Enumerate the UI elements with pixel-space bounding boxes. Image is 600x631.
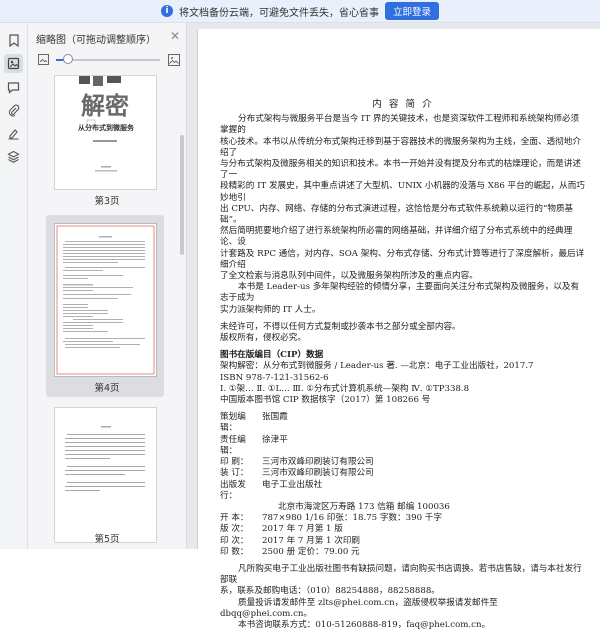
- layers-icon[interactable]: [4, 147, 23, 166]
- intro-line: 计套路及 RPC 通信，对内存、SOA 架构、分布式存储、分布式计算等进行了深度…: [220, 248, 585, 270]
- thumbnail-label-page-4: 第4页: [94, 383, 120, 394]
- publication-row: 装 订： 三河市双峰印刷装订有限公司: [220, 468, 586, 479]
- publication-row-value: 北京市海淀区万寿路 173 信箱 邮编 100036: [278, 501, 450, 512]
- thumbnail-page-3[interactable]: 解密 从分布式到微服务: [54, 75, 157, 190]
- intro-line: 核心技术。本书以从传统分布式架构迁移到基于容器技术的微服务架构为主线，全面、透彻…: [220, 136, 581, 158]
- page-3-preview: 解密 从分布式到微服务: [78, 76, 135, 172]
- intro-line: 与分布式架构及微服务相关的知识和技术。本书一开始并没有提及分布式的枯燥理论，而是…: [220, 159, 581, 181]
- intro-line: 分布式架构与微服务平台是当今 IT 界的关键技术，也是资深软件工程师和系统架构师…: [220, 114, 580, 136]
- publication-row: 印 数： 2500 册 定价：79.00 元: [220, 547, 586, 558]
- publication-row-key: 印 刷：: [220, 457, 249, 468]
- publication-row-key: 开 本：: [220, 513, 249, 524]
- publication-row: 印 刷： 三河市双峰印刷装订有限公司: [220, 457, 586, 468]
- notice-section: 凡所购买电子工业出版社图书有缺损问题，请向购买书店调换。若书店售缺，请与本社发行…: [220, 564, 586, 631]
- copyright-line: 版权所有，侵权必究。: [220, 333, 306, 344]
- publication-row-key: 印 次：: [220, 535, 249, 546]
- publication-row-key: 出版发行：: [220, 479, 246, 501]
- publication-row-key: 策划编辑：: [220, 412, 246, 434]
- publication-row: 策划编辑： 张国霞: [220, 412, 586, 434]
- audience-line: 本书是 Leader-us 多年架构经验的倾情分享，主要面向关注分布式架构及微服…: [220, 282, 580, 304]
- thumbnail-list: 解密 从分布式到微服务 第3页 第4页 第5页: [28, 75, 186, 549]
- page-4-preview: [56, 225, 155, 375]
- intro-line: 然后简明扼要地介绍了进行系统架构所必需的网络基础，并详细介绍了分布式系统中的经典…: [220, 226, 573, 248]
- audience-section: 本书是 Leader-us 多年架构经验的倾情分享，主要面向关注分布式架构及微服…: [220, 282, 586, 316]
- notice-line: 质量投诉请发邮件至 zlts@phei.com.cn，盗版侵权举报请发邮件至 d…: [220, 597, 498, 619]
- small-thumbnail-icon[interactable]: [38, 54, 49, 65]
- publication-row-value: 2017 年 7 月第 1 次印刷: [262, 535, 361, 546]
- intro-section: 分布式架构与微服务平台是当今 IT 界的关键技术，也是资深软件工程师和系统架构师…: [220, 114, 586, 282]
- notice-line: 凡所购买电子工业出版社图书有缺损问题，请向购买书店调换。若书店售缺，请与本社发行…: [220, 563, 582, 586]
- comment-icon[interactable]: [4, 78, 23, 97]
- cip-line: 架构解密：从分布式到微服务 / Leader-us 著. —北京：电子工业出版社…: [220, 361, 534, 372]
- publication-row-key: [220, 502, 262, 513]
- zoom-control: [36, 53, 181, 67]
- publication-row: 北京市海淀区万寿路 173 信箱 邮编 100036: [220, 502, 586, 513]
- signature-icon[interactable]: [4, 124, 23, 143]
- large-thumbnail-icon[interactable]: [168, 54, 180, 66]
- zoom-slider-knob[interactable]: [63, 54, 74, 64]
- panel-title: 缩略图（可拖动调整顺序）: [36, 35, 156, 46]
- page-5-preview: [65, 426, 145, 491]
- publication-row-value: 2500 册 定价：79.00 元: [262, 546, 360, 557]
- cip-heading: 图书在版编目（CIP）数据: [220, 350, 324, 361]
- thumbnail-label-page-5: 第5页: [94, 534, 120, 545]
- cip-line: 中国版本图书馆 CIP 数据核字（2017）第 108266 号: [220, 395, 431, 406]
- document-content: 内 容 简 介 分布式架构与微服务平台是当今 IT 界的关键技术，也是资深软件工…: [220, 99, 586, 631]
- thumbnail-page-4[interactable]: [54, 223, 157, 377]
- publication-row-key: 印 数：: [220, 546, 249, 557]
- intro-line: 了全文检索与消息队列中间件，以及微服务架构所涉及的重点内容。: [220, 271, 478, 282]
- thumbnail-scrollbar[interactable]: [180, 135, 184, 255]
- publication-row-value: 徐津平: [262, 434, 288, 445]
- publication-row-value: 三河市双峰印刷装订有限公司: [262, 457, 374, 468]
- thumbnail-page-5[interactable]: [54, 407, 157, 543]
- cip-line: Ⅰ. ①架… Ⅱ. ①L… Ⅲ. ①分布式计算机系统—架构 Ⅳ. ①TP338.…: [220, 383, 470, 394]
- cover-subtitle: 从分布式到微服务: [78, 123, 135, 132]
- thumbnail-icon[interactable]: [4, 54, 23, 73]
- notice-line: 系，联系及邮购电话：（010）88254888，88258888。: [220, 586, 440, 597]
- login-button[interactable]: 立即登录: [384, 2, 439, 20]
- notification-bar: i 将文档备份云端，可避免文件丢失，省心省事 立即登录: [0, 0, 600, 23]
- intro-line: 段精彩的 IT 发展史，其中重点讲述了大型机、UNIX 小机器的没落与 X86 …: [220, 181, 585, 203]
- publication-row: 印 次： 2017 年 7 月第 1 次印刷: [220, 536, 586, 547]
- publication-row-value: 787×980 1/16 印张：18.75 字数：390 千字: [262, 513, 442, 524]
- intro-line: 出 CPU、内存、网络、存储的分布式演进过程，这恰恰是分布式软件系统赖以运行的“…: [220, 203, 574, 226]
- thumbnail-panel: 缩略图（可拖动调整顺序） ✕ 解密 从分布式到微服务 第3页 第4页 第5页: [28, 23, 187, 549]
- publication-row: 出版发行： 电子工业出版社: [220, 480, 586, 502]
- copyright-line: 未经许可，不得以任何方式复制或抄袭本书之部分或全部内容。: [220, 321, 461, 332]
- cip-line: ISBN 978-7-121-31562-6: [220, 372, 329, 383]
- publication-row: 责任编辑： 徐津平: [220, 435, 586, 457]
- cip-section: 架构解密：从分布式到微服务 / Leader-us 著. —北京：电子工业出版社…: [220, 361, 586, 406]
- publication-row-key: 版 次：: [220, 524, 249, 535]
- info-icon: i: [160, 5, 173, 17]
- audience-line: 实力派架构师的 IT 人士。: [220, 304, 321, 315]
- backup-message: 将文档备份云端，可避免文件丢失，省心省事: [178, 7, 379, 19]
- publication-row-value: 2017 年 7 月第 1 版: [262, 524, 343, 535]
- bookmark-icon[interactable]: [4, 31, 23, 50]
- notice-line: 本书咨询联系方式：010-51260888-819，faq@phei.com.c…: [238, 619, 491, 630]
- copyright-section: 未经许可，不得以任何方式复制或抄袭本书之部分或全部内容。 版权所有，侵权必究。: [220, 322, 586, 344]
- attachment-icon[interactable]: [4, 101, 23, 120]
- document-viewer: 内 容 简 介 分布式架构与微服务平台是当今 IT 界的关键技术，也是资深软件工…: [187, 23, 600, 630]
- side-toolbar: [0, 23, 28, 549]
- publication-row-key: 装 订：: [220, 468, 249, 479]
- document-page: 内 容 简 介 分布式架构与微服务平台是当今 IT 界的关键技术，也是资深软件工…: [197, 29, 600, 630]
- publication-row-key: 责任编辑：: [220, 434, 246, 456]
- publication-row-value: 张国霞: [262, 412, 288, 423]
- publication-row: 版 次： 2017 年 7 月第 1 版: [220, 524, 586, 535]
- thumbnail-label-page-3: 第3页: [94, 196, 120, 207]
- publication-row: 开 本： 787×980 1/16 印张：18.75 字数：390 千字: [220, 513, 586, 524]
- page-title: 内 容 简 介: [372, 99, 434, 110]
- svg-text:解密: 解密: [81, 92, 129, 120]
- close-icon[interactable]: ✕: [170, 29, 180, 43]
- publication-row-value: 三河市双峰印刷装订有限公司: [262, 468, 374, 479]
- publication-row-value: 电子工业出版社: [262, 479, 323, 490]
- publication-info: 策划编辑： 张国霞 责任编辑： 徐津平印 刷： 三河市双峰印刷装订有限公司装 订： 三河市…: [220, 412, 586, 558]
